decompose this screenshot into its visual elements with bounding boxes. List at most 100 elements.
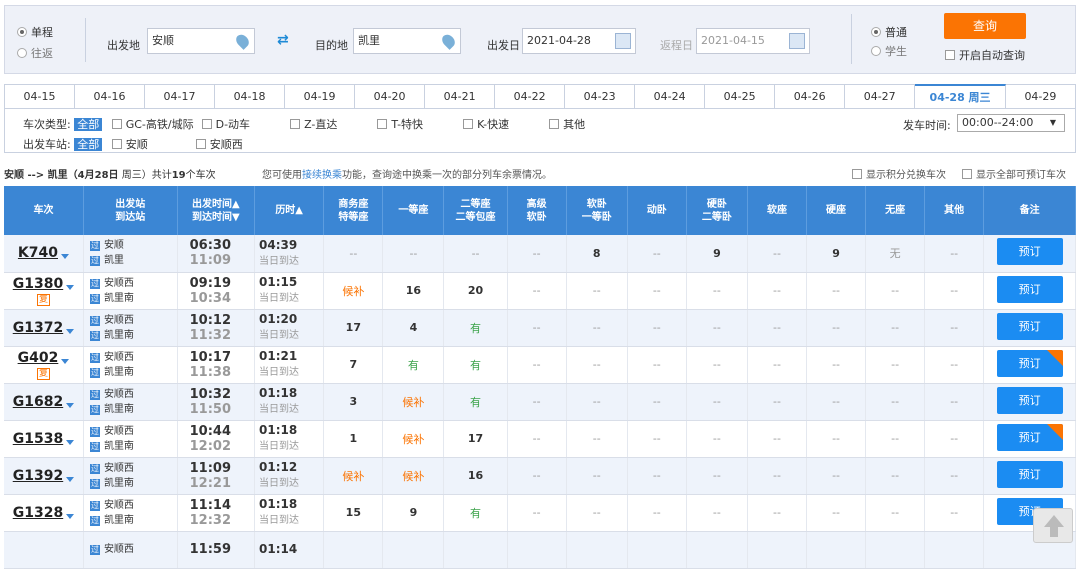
back-to-top-icon[interactable] — [1033, 508, 1073, 543]
caret-down-icon[interactable] — [61, 254, 69, 260]
filter-type-option[interactable]: 其他 — [549, 118, 585, 131]
column-header[interactable]: 出发时间▲ 到达时间▼ — [177, 186, 256, 235]
date-tab[interactable]: 04-22 — [495, 85, 566, 108]
train-number[interactable]: G1392 — [13, 468, 63, 484]
train-number-cell — [4, 531, 84, 569]
train-number[interactable]: G1380 — [13, 276, 63, 292]
seat-cell[interactable]: 20 — [443, 272, 508, 310]
seat-cell[interactable]: 16 — [382, 272, 445, 310]
caret-down-icon[interactable] — [66, 476, 75, 482]
caret-down-icon[interactable] — [66, 284, 75, 290]
seat-cell: -- — [686, 383, 748, 421]
seat-cell[interactable]: 16 — [443, 457, 508, 495]
show-bookable-toggle[interactable]: 显示全部可预订车次 — [962, 166, 1066, 181]
book-button[interactable]: 预订 — [996, 275, 1063, 303]
seat-cell[interactable]: 17 — [443, 420, 508, 458]
pass-badge: 过 — [89, 256, 100, 267]
from-input[interactable]: 安顺 — [147, 28, 255, 54]
date-tab[interactable]: 04-17 — [145, 85, 216, 108]
caret-down-icon[interactable] — [61, 358, 70, 364]
seat-cell[interactable]: 候补 — [323, 457, 384, 495]
seat-cell[interactable]: 4 — [382, 309, 445, 347]
seat-cell[interactable]: 候补 — [323, 272, 384, 310]
query-button[interactable]: 查询 — [944, 13, 1026, 39]
filter-type-option[interactable]: T-特快 — [377, 118, 423, 131]
book-button[interactable]: 预订 — [996, 312, 1063, 340]
date-tab[interactable]: 04-25 — [705, 85, 776, 108]
filter-type-option[interactable]: GC-高铁/城际 — [111, 118, 194, 131]
column-header[interactable]: 历时▲ — [254, 186, 325, 235]
date-tab[interactable]: 04-16 — [75, 85, 146, 108]
seat-cell[interactable]: 候补 — [382, 420, 445, 458]
train-number[interactable]: G1328 — [13, 505, 63, 521]
book-button[interactable]: 预订 — [996, 423, 1063, 451]
seat-cell[interactable]: 9 — [686, 235, 748, 273]
train-number[interactable]: K740 — [18, 245, 58, 261]
date-tab[interactable]: 04-20 — [355, 85, 426, 108]
filter-station-label: 安顺 — [125, 138, 148, 151]
book-label: 预订 — [1018, 430, 1041, 444]
book-button[interactable]: 预订 — [996, 460, 1063, 488]
seat-cell[interactable]: 3 — [323, 383, 384, 421]
date-tab[interactable]: 04-21 — [425, 85, 496, 108]
to-station: 凯里南 — [103, 403, 134, 415]
book-button[interactable]: 预订 — [996, 349, 1063, 377]
seat-cell[interactable]: 17 — [323, 309, 384, 347]
swap-icon[interactable]: ⇄ — [277, 32, 289, 48]
time-select[interactable]: 00:00--24:00 ▼ — [957, 114, 1065, 132]
trip-round[interactable]: 往返 — [17, 45, 53, 61]
caret-down-icon[interactable] — [66, 402, 75, 408]
filter-type-option[interactable]: D-动车 — [201, 118, 250, 131]
seat-cell[interactable]: 1 — [323, 420, 384, 458]
duration-cell: 01:18 当日到达 — [254, 420, 325, 458]
show-points-toggle[interactable]: 显示积分兑换车次 — [852, 166, 946, 181]
seat-cell[interactable]: 9 — [806, 235, 867, 273]
trip-single[interactable]: 单程 — [17, 24, 53, 40]
train-number[interactable]: G1372 — [13, 320, 63, 336]
seat-cell[interactable]: 有 — [443, 346, 508, 384]
book-button[interactable]: 预订 — [996, 386, 1063, 414]
seat-cell[interactable]: 有 — [443, 494, 508, 532]
seat-cell — [382, 531, 445, 569]
date-tab[interactable]: 04-24 — [635, 85, 706, 108]
seat-cell[interactable]: 8 — [566, 235, 628, 273]
seat-cell[interactable]: 候补 — [382, 457, 445, 495]
seat-cell[interactable]: 7 — [323, 346, 384, 384]
seat-cell[interactable]: 有 — [382, 346, 445, 384]
to-input[interactable]: 凯里 — [353, 28, 461, 54]
seat-cell[interactable]: 有 — [443, 383, 508, 421]
passenger-student[interactable]: 学生 — [871, 43, 907, 59]
date-tab[interactable]: 04-15 — [5, 85, 76, 108]
train-number[interactable]: G1538 — [13, 431, 63, 447]
date-tab[interactable]: 04-27 — [845, 85, 916, 108]
seat-cell[interactable]: 有 — [443, 309, 508, 347]
train-number[interactable]: G402 — [18, 350, 59, 366]
caret-down-icon[interactable] — [66, 328, 75, 334]
return-date-input[interactable]: 2021-04-15 — [696, 28, 810, 54]
depart-date-input[interactable]: 2021-04-28 — [522, 28, 636, 54]
date-tab[interactable]: 04-26 — [775, 85, 846, 108]
train-number[interactable]: G1682 — [13, 394, 63, 410]
filter-station-option[interactable]: 安顺 — [111, 138, 148, 151]
auto-query-toggle[interactable]: 开启自动查询 — [945, 47, 1025, 63]
seat-cell[interactable]: 9 — [382, 494, 445, 532]
date-tab[interactable]: 04-18 — [215, 85, 286, 108]
filter-type-option[interactable]: K-快速 — [463, 118, 509, 131]
date-tab[interactable]: 04-23 — [565, 85, 636, 108]
filter-type-option[interactable]: Z-直达 — [290, 118, 337, 131]
passenger-normal[interactable]: 普通 — [871, 24, 907, 40]
caret-down-icon[interactable] — [66, 513, 75, 519]
date-tab[interactable]: 04-29 — [1006, 85, 1075, 108]
caret-down-icon[interactable] — [66, 439, 75, 445]
date-tab[interactable]: 04-19 — [285, 85, 356, 108]
seat-cell[interactable]: 15 — [323, 494, 384, 532]
transfer-link[interactable]: 接续换乘 — [302, 170, 342, 181]
seat-cell[interactable]: 候补 — [382, 383, 445, 421]
filter-station-option[interactable]: 安顺西 — [195, 138, 243, 151]
filter-all[interactable]: 全部 — [74, 118, 103, 131]
station-all[interactable]: 全部 — [74, 138, 103, 151]
date-tab[interactable]: 04-28 周三 — [915, 84, 1006, 108]
seat-cell: -- — [507, 494, 567, 532]
book-button[interactable]: 预订 — [996, 238, 1063, 266]
train-number-cell: K740 — [4, 235, 84, 273]
